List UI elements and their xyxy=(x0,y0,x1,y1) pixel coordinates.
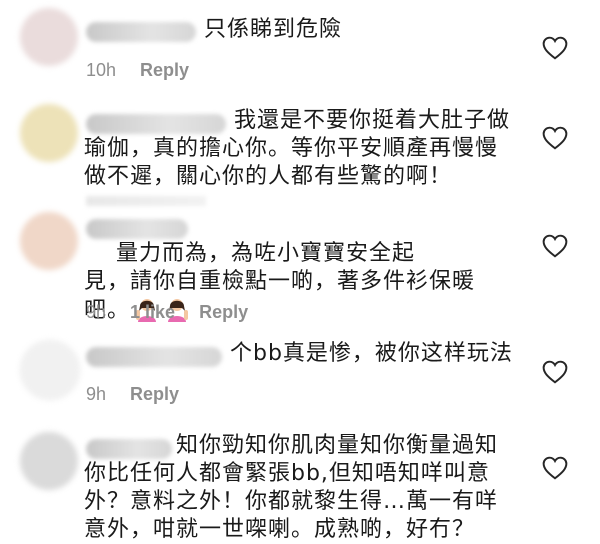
heart-outline-icon[interactable] xyxy=(542,456,568,480)
reply-button[interactable]: Reply xyxy=(130,384,179,405)
reply-button[interactable]: Reply xyxy=(140,60,189,81)
heart-outline-icon[interactable] xyxy=(542,360,568,384)
comment-text: 量力而為，為咗小寶寶安全起 見，請你自重檢點一啲，著多件衫保暖 吧。 xyxy=(84,212,524,353)
heart-outline-icon[interactable] xyxy=(542,36,568,60)
comment-time: 9h xyxy=(86,302,107,322)
comment-meta: 9h 1 like Reply xyxy=(86,302,248,323)
avatar[interactable] xyxy=(20,340,80,400)
comment-text: 个bb真是惨，被你这样玩法 xyxy=(230,341,513,366)
comment-text: 知你勁知你肌肉量知你衡量過知 你比任何人都會緊張bb,但知唔知咩叫意 外？意料之… xyxy=(84,433,499,542)
comment-time: 10h xyxy=(86,60,117,80)
comment-meta-cut xyxy=(86,196,206,206)
comment-text: 只係睇到危險 xyxy=(204,17,343,42)
comment-time: 9h xyxy=(86,384,107,404)
username-blurred[interactable] xyxy=(86,347,222,367)
likes-count[interactable]: 1 like xyxy=(130,302,175,323)
username-blurred[interactable] xyxy=(86,22,196,42)
avatar[interactable] xyxy=(20,8,78,66)
avatar[interactable] xyxy=(20,432,78,490)
reply-button[interactable]: Reply xyxy=(199,302,248,323)
comment-meta: 10h Reply xyxy=(86,60,189,81)
avatar[interactable] xyxy=(20,104,78,162)
comment-text: 我還是不要你挺着大肚子做 瑜伽，真的擔心你。等你平安順產再慢慢 做不遲，關心你的… xyxy=(84,108,511,189)
comment-meta: 9h Reply xyxy=(86,384,179,405)
heart-outline-icon[interactable] xyxy=(542,126,568,150)
heart-outline-icon[interactable] xyxy=(542,234,568,258)
avatar[interactable] xyxy=(20,212,78,270)
